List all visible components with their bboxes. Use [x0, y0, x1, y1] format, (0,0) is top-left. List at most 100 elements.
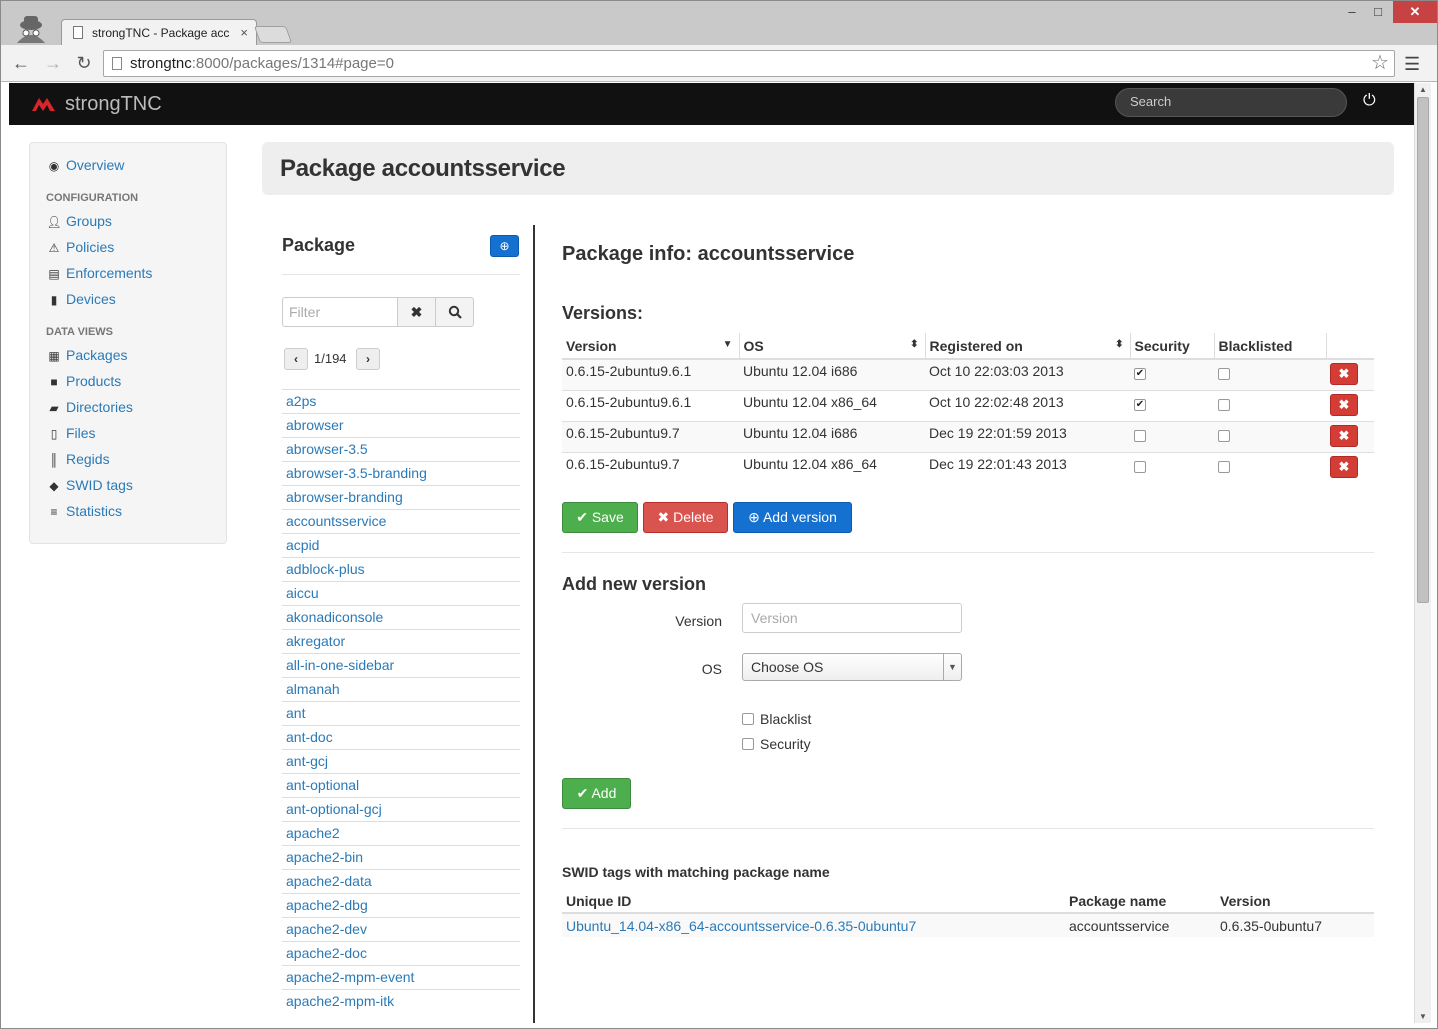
col-registered-on[interactable]: Registered on ⬍ [924, 333, 1130, 360]
scrollbar-thumb[interactable] [1417, 97, 1429, 603]
checkbox-box[interactable] [742, 713, 754, 726]
clear-filter-button[interactable]: ✖ [397, 297, 436, 327]
tab-close-icon[interactable]: × [240, 25, 248, 40]
search-button[interactable] [435, 297, 474, 327]
close-icon: ✖ [1338, 458, 1350, 474]
package-link[interactable]: apache2-doc [282, 941, 520, 965]
package-link[interactable]: adblock-plus [282, 557, 520, 581]
security-checkbox[interactable]: ✔ [1134, 368, 1146, 381]
sidebar-item-swid-tags[interactable]: ◆ SWID tags [30, 476, 226, 502]
sidebar-item-groups[interactable]: 👤︎ Groups [30, 212, 226, 238]
bookmark-star-icon[interactable]: ☆ [1371, 50, 1389, 75]
next-page-button[interactable]: › [356, 348, 380, 370]
package-link[interactable]: apache2-dbg [282, 893, 520, 917]
sidebar-item-devices[interactable]: ▮ Devices [30, 290, 226, 316]
package-link[interactable]: apache2-bin [282, 845, 520, 869]
cell-actions: ✖ [1326, 389, 1374, 421]
delete-row-button[interactable]: ✖ [1330, 424, 1358, 447]
blacklisted-checkbox[interactable] [1218, 368, 1230, 381]
delete-row-button[interactable]: ✖ [1330, 393, 1358, 416]
package-link[interactable]: akonadiconsole [282, 605, 520, 629]
scroll-up-icon[interactable]: ▲ [1419, 85, 1427, 94]
col-os[interactable]: OS ⬍ [738, 333, 925, 360]
sidebar-item-packages[interactable]: ▦ Packages [30, 346, 226, 372]
forward-arrow-icon[interactable]: → [41, 51, 65, 75]
minimize-button[interactable]: – [1339, 1, 1365, 23]
package-link[interactable]: ant [282, 701, 520, 725]
package-link[interactable]: apache2-mpm-itk [282, 989, 520, 1013]
new-tab-button[interactable] [253, 26, 293, 43]
package-info-title: Package info: accountsservice [562, 243, 855, 265]
col-version[interactable]: Version ▼ [562, 333, 739, 360]
cell-actions: ✖ [1326, 420, 1374, 452]
table-row: 0.6.15-2ubuntu9.6.1 Ubuntu 12.04 i686 Oct … [562, 358, 1374, 390]
blacklisted-checkbox[interactable] [1218, 429, 1230, 442]
maximize-button[interactable]: □ [1365, 1, 1391, 23]
package-link[interactable]: abrowser-branding [282, 485, 520, 509]
scroll-down-icon[interactable]: ▼ [1419, 1012, 1427, 1021]
package-link[interactable]: all-in-one-sidebar [282, 653, 520, 677]
delete-button[interactable]: ✖ Delete [643, 502, 728, 533]
security-checkbox[interactable]: Security [742, 736, 811, 752]
version-input[interactable]: Version [742, 603, 962, 633]
browser-tab[interactable]: strongTNC - Package acc × [61, 19, 257, 46]
package-link[interactable]: apache2-dev [282, 917, 520, 941]
security-checkbox[interactable] [1134, 429, 1146, 442]
brand-name: strongTNC [65, 93, 162, 115]
sidebar-item-overview[interactable]: ◉ Overview [30, 156, 226, 182]
add-button[interactable]: ✔ Add [562, 778, 631, 809]
package-link[interactable]: abrowser [282, 413, 520, 437]
package-link[interactable]: ant-optional [282, 773, 520, 797]
blacklist-checkbox[interactable]: Blacklist [742, 711, 811, 727]
brand-link[interactable]: strongTNC [31, 93, 162, 116]
briefcase-icon: ■ [50, 375, 58, 389]
package-link[interactable]: accountsservice [282, 509, 520, 533]
package-link[interactable]: ant-doc [282, 725, 520, 749]
package-link[interactable]: acpid [282, 533, 520, 557]
reload-icon[interactable]: ↻ [72, 51, 96, 75]
sidebar-item-policies[interactable]: ⚠︎ Policies [30, 238, 226, 264]
package-link[interactable]: a2ps [282, 389, 520, 413]
close-window-button[interactable]: ✕ [1393, 1, 1437, 23]
file-icon: ▯ [50, 427, 58, 441]
add-version-label: Add version [762, 509, 837, 525]
sidebar-item-enforcements[interactable]: ▤ Enforcements [30, 264, 226, 290]
delete-row-button[interactable]: ✖ [1330, 363, 1358, 385]
sidebar-item-files[interactable]: ▯ Files [30, 424, 226, 450]
sidebar-item-regids[interactable]: ║ Regids [30, 450, 226, 476]
package-link[interactable]: abrowser-3.5-branding [282, 461, 520, 485]
back-arrow-icon[interactable]: ← [9, 51, 33, 75]
package-link[interactable]: abrowser-3.5 [282, 437, 520, 461]
package-link[interactable]: apache2-data [282, 869, 520, 893]
delete-row-button[interactable]: ✖ [1330, 455, 1358, 478]
menu-icon[interactable]: ☰ [1404, 54, 1420, 75]
blacklisted-checkbox[interactable] [1218, 398, 1230, 411]
package-link[interactable]: aiccu [282, 581, 520, 605]
sidebar-item-products[interactable]: ■ Products [30, 372, 226, 398]
package-link[interactable]: akregator [282, 629, 520, 653]
sidebar-item-directories[interactable]: ▰ Directories [30, 398, 226, 424]
chevron-down-icon: ▼ [943, 654, 961, 680]
os-select[interactable]: Choose OS ▼ [742, 653, 962, 681]
power-icon[interactable]: ⏻ [1363, 92, 1376, 110]
address-bar[interactable]: strongtnc:8000/packages/1314#page=0 [103, 50, 1395, 77]
add-package-button[interactable]: ⊕ [490, 235, 519, 257]
package-link[interactable]: almanah [282, 677, 520, 701]
blacklisted-checkbox[interactable] [1218, 460, 1230, 473]
security-checkbox[interactable]: ✔ [1134, 398, 1146, 411]
cell-security: ✔ [1130, 389, 1214, 421]
prev-page-button[interactable]: ‹ [284, 348, 308, 370]
package-link[interactable]: apache2 [282, 821, 520, 845]
package-link[interactable]: ant-optional-gcj [282, 797, 520, 821]
page-scrollbar[interactable]: ▲ ▼ [1414, 83, 1431, 1023]
sidebar-item-statistics[interactable]: ≡ Statistics [30, 502, 226, 528]
save-button[interactable]: ✔ Save [562, 502, 638, 533]
security-checkbox[interactable] [1134, 460, 1146, 473]
filter-input[interactable]: Filter [282, 297, 398, 327]
package-link[interactable]: ant-gcj [282, 749, 520, 773]
global-search-input[interactable]: Search [1115, 88, 1347, 117]
add-version-button[interactable]: ⊕ Add version [733, 502, 852, 533]
swid-tag-link[interactable]: Ubuntu_14.04-x86_64-accountsservice-0.6.… [566, 918, 916, 934]
package-link[interactable]: apache2-mpm-event [282, 965, 520, 989]
checkbox-box[interactable] [742, 738, 754, 751]
